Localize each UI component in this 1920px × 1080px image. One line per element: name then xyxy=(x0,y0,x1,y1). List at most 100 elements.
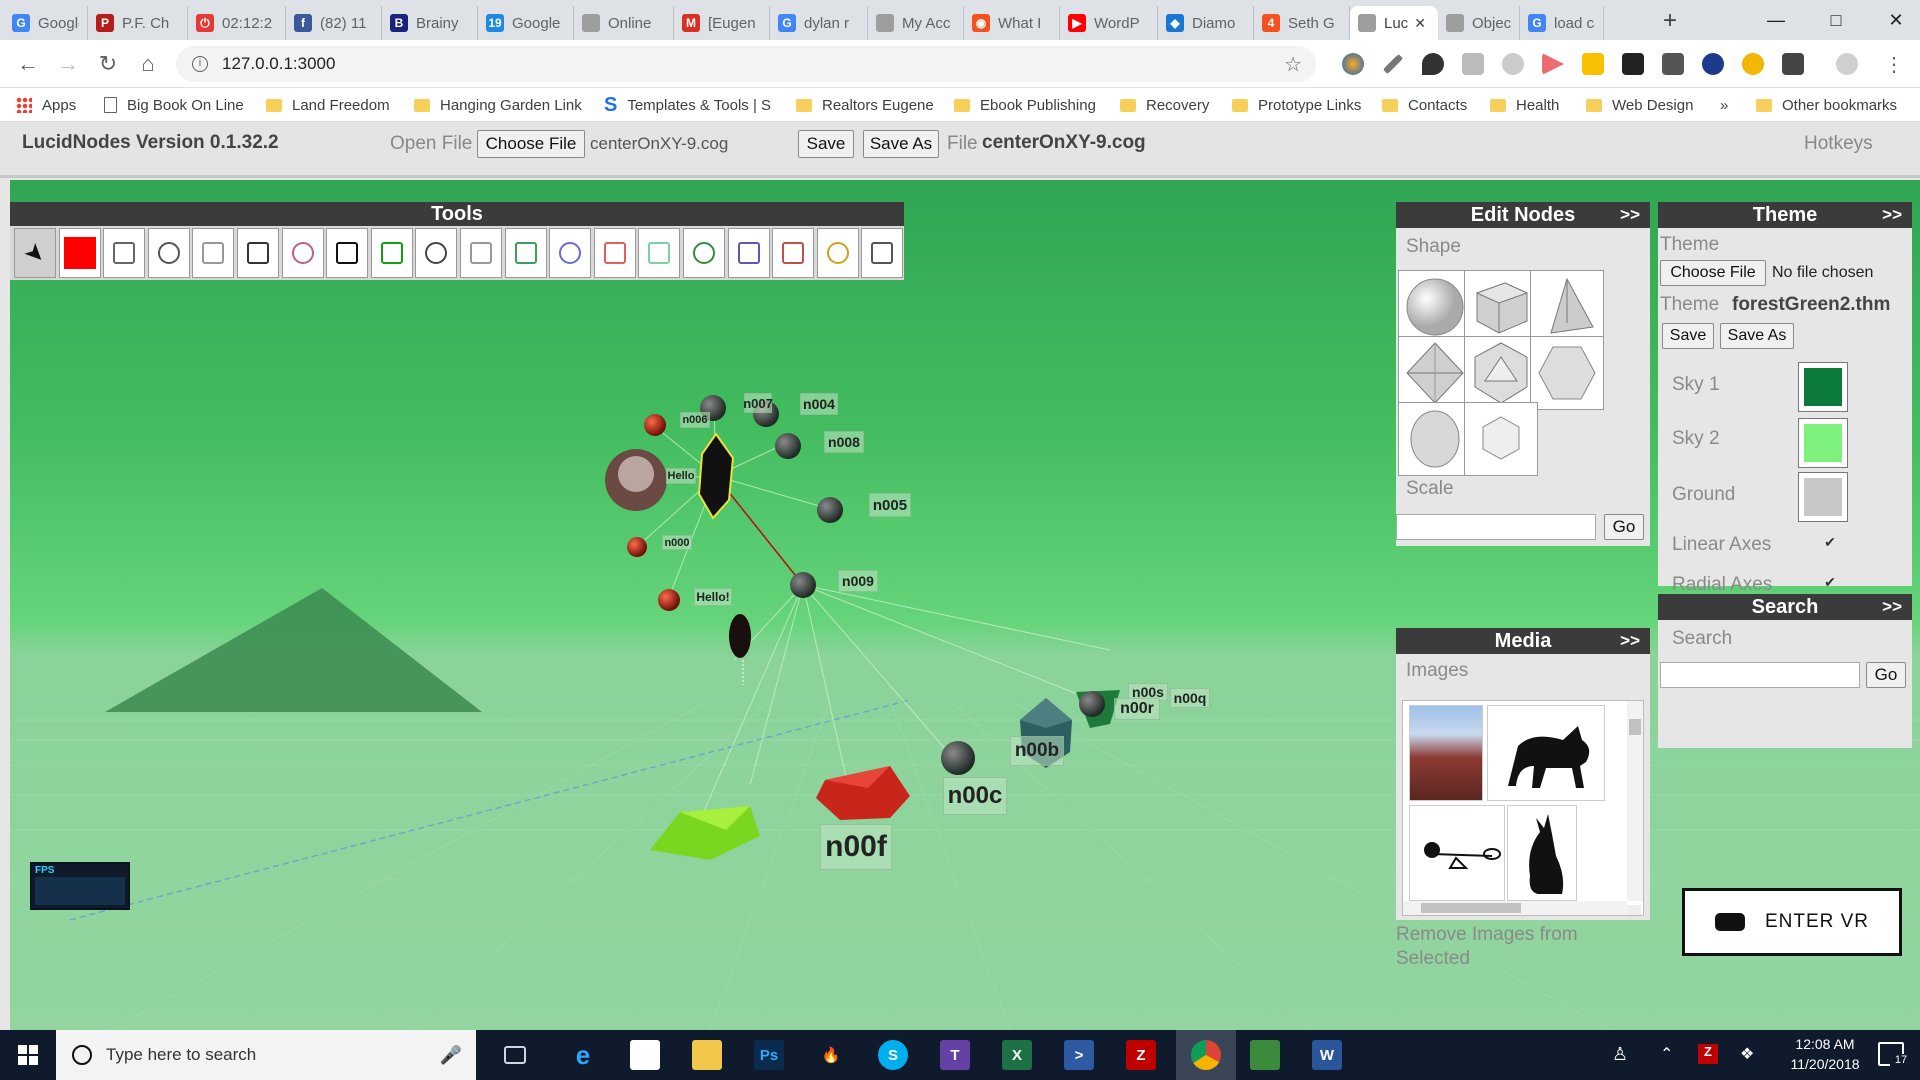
sky2-color-swatch[interactable] xyxy=(1798,418,1848,468)
tool-tool-14-button[interactable] xyxy=(593,228,636,278)
enter-vr-button[interactable]: ENTER VR xyxy=(1682,888,1902,956)
shape-hexagon-flat-button[interactable] xyxy=(1464,402,1538,476)
bookmark-6[interactable]: Ebook Publishing xyxy=(954,94,1096,116)
tab-8[interactable]: Gdylan r xyxy=(770,6,868,40)
shape-icosahedron-button[interactable] xyxy=(1464,336,1538,410)
tool-tool-16-button[interactable] xyxy=(683,228,725,278)
monitor-ext-icon[interactable] xyxy=(1622,53,1644,75)
tool-select-arrow-button[interactable]: ➤ xyxy=(14,228,56,278)
node-n005[interactable] xyxy=(817,497,843,523)
skype-icon[interactable]: S xyxy=(878,1040,908,1070)
save-button[interactable]: Save xyxy=(798,130,854,158)
tool-eyedropper-button[interactable] xyxy=(147,228,190,278)
church-thumbnail[interactable] xyxy=(1409,705,1483,801)
twitch-icon[interactable]: T xyxy=(940,1040,970,1070)
tab-14[interactable]: Luc ✕ xyxy=(1350,6,1438,40)
extension-icon[interactable] xyxy=(1342,53,1364,75)
eyedropper-ext-icon[interactable] xyxy=(1382,53,1404,75)
w-ext-icon[interactable] xyxy=(1782,53,1804,75)
tool-tool-13-button[interactable] xyxy=(549,228,592,278)
windows-start-icon[interactable] xyxy=(18,1045,38,1065)
tool-tool-19-button[interactable] xyxy=(816,228,859,278)
circle-ext-icon[interactable] xyxy=(1502,53,1524,75)
remove-images-label[interactable]: Remove Images from Selected xyxy=(1396,923,1616,971)
tab-13[interactable]: 4 Seth G xyxy=(1254,6,1350,40)
sheet-app-icon[interactable] xyxy=(1250,1040,1280,1070)
word-icon[interactable]: W xyxy=(1312,1040,1342,1070)
task-view-icon[interactable] xyxy=(504,1046,526,1064)
wolf-thumbnail[interactable] xyxy=(1507,805,1577,901)
node-hello2[interactable] xyxy=(658,589,680,611)
tab-6[interactable]: Online xyxy=(574,6,674,40)
bookmark-4[interactable]: S Templates & Tools | S xyxy=(604,94,771,116)
close-window-icon[interactable]: ✕ xyxy=(1866,0,1920,40)
shape-circle-button[interactable] xyxy=(1398,402,1472,476)
search-go-button[interactable]: Go xyxy=(1866,662,1906,688)
tool-connect-button[interactable] xyxy=(415,228,458,278)
shape-pyramid-button[interactable] xyxy=(1530,270,1604,344)
theme-choose-file-button[interactable]: Choose File xyxy=(1660,260,1766,286)
bookmark-8[interactable]: Prototype Links xyxy=(1232,94,1361,116)
scale-input[interactable] xyxy=(1396,514,1596,540)
bookmark-0[interactable]: Apps xyxy=(16,94,76,116)
tool-color-red-button[interactable] xyxy=(58,228,101,278)
info-icon[interactable]: i xyxy=(192,56,208,72)
node-n00r[interactable] xyxy=(1079,691,1105,717)
node-n006[interactable] xyxy=(644,414,666,436)
theme-expand-button[interactable]: >> xyxy=(1882,205,1902,225)
bookmark-10[interactable]: Health xyxy=(1490,94,1559,116)
check-ext-icon[interactable] xyxy=(1742,53,1764,75)
3d-scene-canvas[interactable]: n007 n004 n006 n008 Hello n005 n000 n009… xyxy=(10,180,1920,1030)
tab-11[interactable]: ▶ WordP xyxy=(1060,6,1158,40)
node-n000[interactable] xyxy=(627,537,647,557)
store-icon[interactable] xyxy=(630,1040,660,1070)
choose-file-button[interactable]: Choose File xyxy=(477,130,585,158)
tab-15[interactable]: Object xyxy=(1438,6,1520,40)
node-black-disc[interactable] xyxy=(729,614,751,658)
media-expand-button[interactable]: >> xyxy=(1620,631,1640,651)
tool-tool-17-button[interactable] xyxy=(727,228,770,278)
theme-save-button[interactable]: Save xyxy=(1662,323,1714,349)
search-expand-button[interactable]: >> xyxy=(1882,597,1902,617)
close-tab-icon[interactable]: ✕ xyxy=(1414,15,1426,32)
other-bookmarks[interactable]: Other bookmarks xyxy=(1756,94,1897,116)
save-as-button[interactable]: Save As xyxy=(863,130,939,158)
tray-expand-icon[interactable]: ⌃ xyxy=(1660,1044,1673,1064)
eye-ext-icon[interactable] xyxy=(1702,53,1724,75)
theme-save-as-button[interactable]: Save As xyxy=(1720,323,1794,349)
tab-9[interactable]: My Acc xyxy=(868,6,964,40)
chrome-taskbar-active[interactable] xyxy=(1176,1030,1236,1080)
maximize-icon[interactable]: □ xyxy=(1806,0,1866,40)
profile-icon[interactable] xyxy=(1836,53,1858,75)
seesaw-thumbnail[interactable] xyxy=(1409,805,1505,901)
filezilla-icon[interactable]: Z xyxy=(1126,1040,1156,1070)
tool-network-button[interactable] xyxy=(281,228,324,278)
sky1-color-swatch[interactable] xyxy=(1798,362,1848,412)
scale-go-button[interactable]: Go xyxy=(1604,514,1644,540)
menu-kebab-icon[interactable]: ⋮ xyxy=(1878,48,1910,80)
tab-5[interactable]: 19 Google xyxy=(478,6,574,40)
bookmark-star-icon[interactable]: ☆ xyxy=(1284,52,1302,77)
edge-icon[interactable]: e xyxy=(568,1040,598,1070)
bookmark-3[interactable]: Hanging Garden Link xyxy=(414,94,582,116)
tool-tool-20-button[interactable] xyxy=(861,228,904,278)
photoshop-icon[interactable]: Ps xyxy=(754,1040,784,1070)
bookmark-9[interactable]: Contacts xyxy=(1382,94,1467,116)
hotkeys-link[interactable]: Hotkeys xyxy=(1804,133,1873,155)
node-n00c[interactable] xyxy=(941,741,975,775)
tool-tool-12-button[interactable] xyxy=(504,228,547,278)
tab-4[interactable]: B Brainy xyxy=(382,6,478,40)
radial-axes-checkbox[interactable]: ✔ xyxy=(1822,574,1838,590)
gallery-vertical-scrollbar[interactable] xyxy=(1627,701,1643,901)
node-n008[interactable] xyxy=(775,433,801,459)
tool-center-node-button[interactable] xyxy=(326,228,369,278)
gallery-horizontal-scrollbar[interactable] xyxy=(1403,901,1627,915)
filezilla-tray-icon[interactable]: Z xyxy=(1698,1044,1718,1064)
reload-icon[interactable]: ↻ xyxy=(92,48,124,80)
node-n009[interactable] xyxy=(790,572,816,598)
tab-12[interactable]: ◆ Diamo xyxy=(1158,6,1254,40)
bookmark-2[interactable]: Land Freedom xyxy=(266,94,390,116)
bookmark-5[interactable]: Realtors Eugene xyxy=(796,94,934,116)
taskbar-search-box[interactable]: Type here to search 🎤 xyxy=(56,1030,476,1080)
yellow-ext-icon[interactable] xyxy=(1582,53,1604,75)
